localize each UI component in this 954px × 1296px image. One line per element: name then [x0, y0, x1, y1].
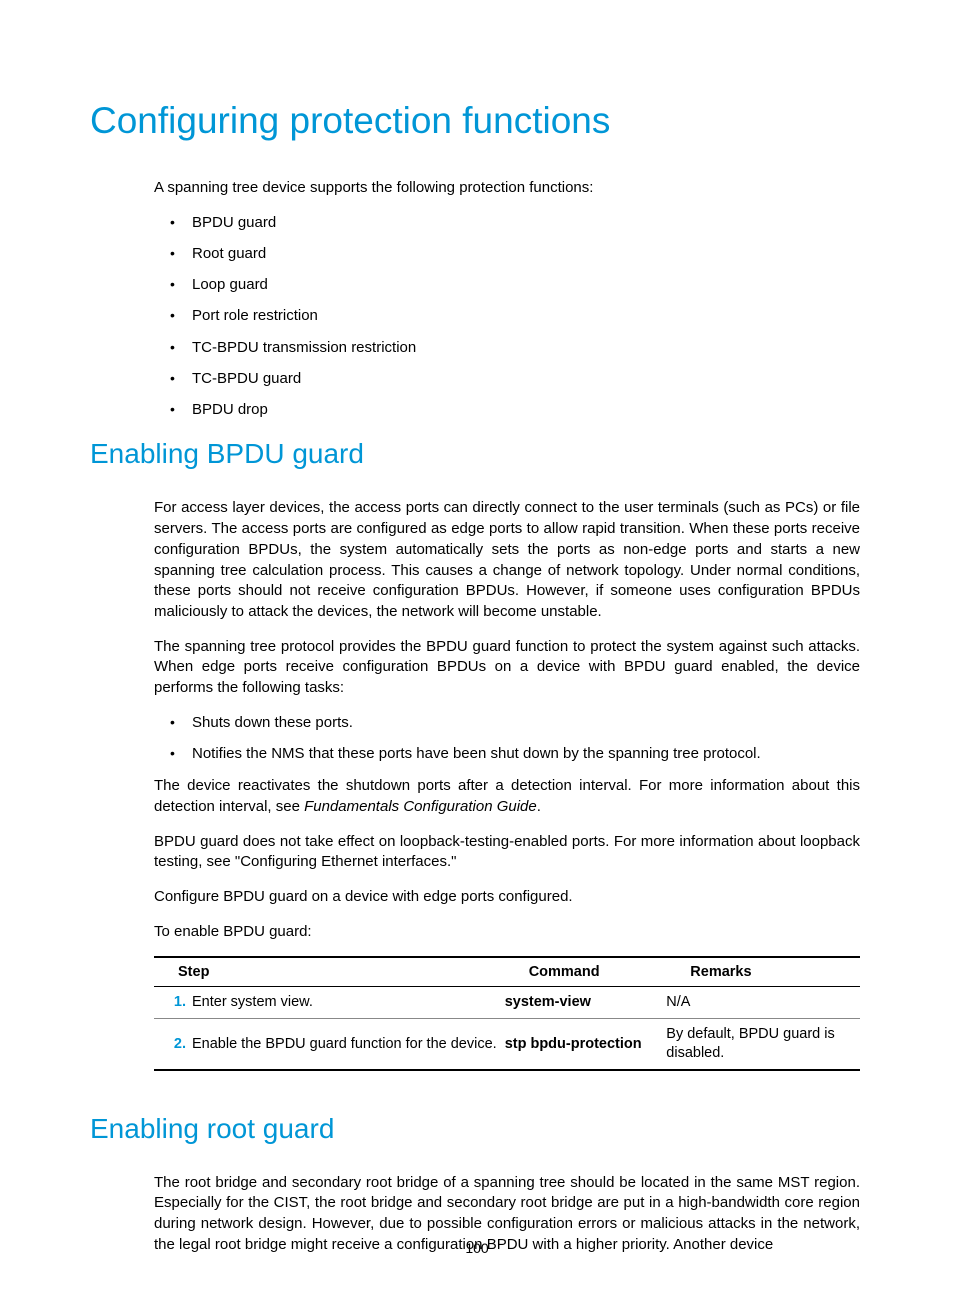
reference-title: Fundamentals Configuration Guide [304, 798, 537, 815]
th-remarks: Remarks [666, 957, 860, 987]
step-text: Enter system view. [192, 994, 313, 1010]
th-step: Step [154, 957, 505, 987]
function-list: BPDU guard Root guard Loop guard Port ro… [154, 213, 860, 421]
step-text: Enable the BPDU guard function for the d… [192, 1036, 497, 1052]
list-item: TC-BPDU guard [154, 369, 860, 389]
paragraph: To enable BPDU guard: [154, 922, 860, 943]
list-item: Loop guard [154, 275, 860, 295]
heading-enabling-root-guard: Enabling root guard [90, 1113, 864, 1145]
cell-command: stp bpdu-protection [505, 1019, 667, 1070]
list-item: Shuts down these ports. [154, 713, 860, 733]
task-list: Shuts down these ports. Notifies the NMS… [154, 713, 860, 765]
bpdu-section-body: For access layer devices, the access por… [154, 498, 860, 1070]
list-item: Port role restriction [154, 306, 860, 326]
command-table: Step Command Remarks 1.Enter system view… [154, 956, 860, 1071]
list-item: BPDU drop [154, 400, 860, 420]
heading-configuring-protection: Configuring protection functions [90, 100, 864, 142]
cell-step: 2.Enable the BPDU guard function for the… [154, 1019, 505, 1070]
paragraph: For access layer devices, the access por… [154, 498, 860, 622]
intro-text: A spanning tree device supports the foll… [154, 178, 860, 199]
step-number: 2. [162, 1035, 192, 1054]
text-run: . [537, 798, 541, 815]
th-command: Command [505, 957, 667, 987]
paragraph: BPDU guard does not take effect on loopb… [154, 832, 860, 873]
cell-step: 1.Enter system view. [154, 987, 505, 1019]
table-header-row: Step Command Remarks [154, 957, 860, 987]
cell-remarks: N/A [666, 987, 860, 1019]
command-text: stp bpdu-protection [505, 1036, 642, 1052]
intro-block: A spanning tree device supports the foll… [154, 178, 860, 420]
paragraph: The device reactivates the shutdown port… [154, 776, 860, 817]
command-text: system-view [505, 994, 591, 1010]
table-row: 2.Enable the BPDU guard function for the… [154, 1019, 860, 1070]
paragraph: The spanning tree protocol provides the … [154, 637, 860, 699]
list-item: TC-BPDU transmission restriction [154, 338, 860, 358]
list-item: Root guard [154, 244, 860, 264]
table-row: 1.Enter system view. system-view N/A [154, 987, 860, 1019]
cell-remarks: By default, BPDU guard is disabled. [666, 1019, 860, 1070]
heading-enabling-bpdu-guard: Enabling BPDU guard [90, 438, 864, 470]
cell-command: system-view [505, 987, 667, 1019]
list-item: Notifies the NMS that these ports have b… [154, 744, 860, 764]
paragraph: Configure BPDU guard on a device with ed… [154, 887, 860, 908]
page-number: 100 [0, 1240, 954, 1256]
document-page: Configuring protection functions A spann… [0, 0, 954, 1296]
list-item: BPDU guard [154, 213, 860, 233]
step-number: 1. [162, 993, 192, 1012]
